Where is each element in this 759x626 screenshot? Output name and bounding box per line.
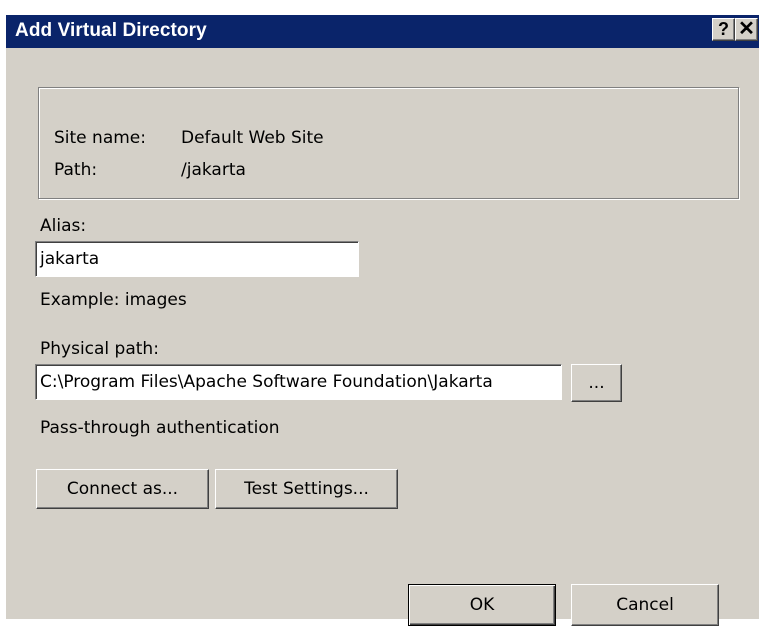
pass-through-auth-text: Pass-through authentication [40, 418, 280, 438]
site-info-group: Site name: Default Web Site Path: /jakar… [38, 87, 739, 199]
test-settings-button[interactable]: Test Settings... [215, 469, 398, 509]
physical-path-input[interactable]: C:\Program Files\Apache Software Foundat… [35, 364, 562, 400]
add-virtual-directory-dialog: Add Virtual Directory ? ✕ Site name: Def… [5, 15, 759, 626]
alias-input[interactable]: jakarta [35, 241, 359, 277]
path-value: /jakarta [181, 160, 246, 180]
ok-button[interactable]: OK [408, 584, 556, 626]
site-name-value: Default Web Site [181, 128, 324, 148]
help-icon[interactable]: ? [712, 18, 735, 41]
title-bar[interactable]: Add Virtual Directory ? ✕ [6, 15, 759, 48]
path-label: Path: [54, 160, 98, 180]
dialog-title: Add Virtual Directory [15, 20, 207, 41]
cancel-button[interactable]: Cancel [571, 584, 719, 626]
physical-path-label: Physical path: [40, 339, 159, 359]
close-icon[interactable]: ✕ [735, 18, 758, 41]
alias-example-text: Example: images [40, 290, 187, 310]
site-name-label: Site name: [54, 128, 146, 148]
alias-label: Alias: [40, 216, 87, 236]
connect-as-button[interactable]: Connect as... [36, 469, 209, 509]
browse-button[interactable]: ... [571, 364, 622, 402]
